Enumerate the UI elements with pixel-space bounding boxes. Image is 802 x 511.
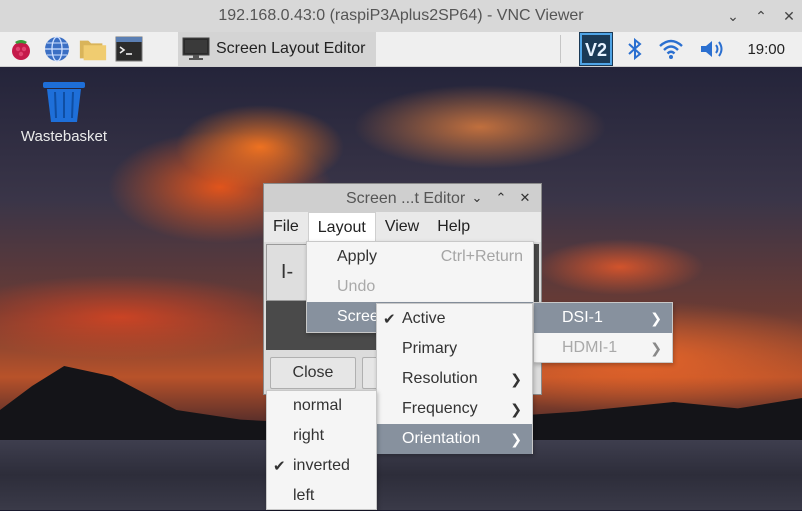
- primary-label: Primary: [402, 340, 458, 357]
- screens-label: Scree: [337, 308, 379, 325]
- menu-item-normal[interactable]: normal: [267, 391, 376, 421]
- system-tray: V2 19:00: [560, 32, 802, 66]
- vnc-window-title: 192.168.0.43:0 (raspiP3Aplus2SP64) - VNC…: [218, 7, 584, 24]
- close-button[interactable]: Close: [270, 357, 356, 389]
- right-label: right: [293, 427, 325, 444]
- terminal-icon[interactable]: [114, 34, 144, 64]
- dsi-1-submenu: ✔ Active Primary Resolution ❯ Frequency …: [376, 303, 533, 454]
- normal-label: normal: [293, 397, 342, 414]
- chevron-right-icon: ❯: [510, 400, 522, 417]
- monitor-icon: [182, 37, 210, 60]
- wastebasket-icon: [43, 82, 85, 122]
- menu-item-resolution[interactable]: Resolution ❯: [377, 364, 532, 394]
- bluetooth-icon[interactable]: [627, 37, 643, 61]
- inverted-label: inverted: [293, 457, 350, 474]
- clock[interactable]: 19:00: [747, 41, 785, 58]
- orientation-submenu: normal right ✔ inverted left: [266, 390, 377, 510]
- menu-item-frequency[interactable]: Frequency ❯: [377, 394, 532, 424]
- chevron-right-icon: ❯: [510, 370, 522, 387]
- window-title-bar[interactable]: Screen ...t Editor ⌄ ⌃ ✕: [264, 184, 541, 212]
- hdmi-1-label: HDMI-1: [562, 339, 618, 356]
- screen-rect-label: I-: [280, 261, 294, 283]
- taskbar: Screen Layout Editor V2 19:00: [0, 32, 802, 67]
- chevron-down-icon[interactable]: ⌄: [726, 8, 740, 25]
- menu-layout[interactable]: Layout: [307, 212, 376, 242]
- menu-item-inverted[interactable]: ✔ inverted: [267, 451, 376, 481]
- wastebasket-desktop-item[interactable]: Wastebasket: [18, 80, 110, 145]
- frequency-label: Frequency: [402, 400, 478, 417]
- minimize-chevron-icon[interactable]: ⌄: [469, 190, 485, 206]
- screen-rectangle[interactable]: I-: [266, 244, 308, 301]
- menu-item-active[interactable]: ✔ Active: [377, 304, 532, 334]
- menu-item-apply[interactable]: Apply Ctrl+Return: [307, 242, 533, 272]
- chevron-right-icon: ❯: [650, 309, 662, 326]
- maximize-chevron-icon[interactable]: ⌃: [493, 190, 509, 206]
- menu-help[interactable]: Help: [428, 212, 479, 242]
- menu-view[interactable]: View: [376, 212, 428, 242]
- wastebasket-label: Wastebasket: [20, 128, 108, 145]
- window-close-icon[interactable]: ✕: [517, 190, 533, 206]
- web-browser-icon[interactable]: [42, 34, 72, 64]
- chevron-right-icon: ❯: [510, 430, 522, 447]
- left-label: left: [293, 487, 315, 504]
- menu-item-left[interactable]: left: [267, 481, 376, 511]
- chevron-right-icon: ❯: [650, 339, 662, 356]
- vnc-icon[interactable]: V2: [579, 32, 614, 66]
- taskbar-task-screen-layout-editor[interactable]: Screen Layout Editor: [178, 32, 376, 66]
- window-title: Screen ...t Editor: [346, 190, 466, 207]
- menu-item-right[interactable]: right: [267, 421, 376, 451]
- vnc-title-bar: 192.168.0.43:0 (raspiP3Aplus2SP64) - VNC…: [0, 0, 802, 33]
- chevron-up-icon[interactable]: ⌃: [754, 8, 768, 25]
- window-menubar: File Layout View Help: [264, 212, 541, 242]
- menu-item-undo: Undo: [307, 272, 533, 302]
- tray-separator: [560, 35, 562, 63]
- svg-text:V2: V2: [585, 40, 607, 60]
- vnc-window-controls: ⌄ ⌃ ✕: [726, 0, 796, 32]
- menu-file[interactable]: File: [264, 212, 308, 242]
- apply-shortcut: Ctrl+Return: [440, 248, 523, 265]
- menu-item-orientation[interactable]: Orientation ❯: [377, 424, 532, 454]
- task-label: Screen Layout Editor: [216, 40, 366, 57]
- volume-icon[interactable]: [699, 37, 727, 61]
- orientation-label: Orientation: [402, 430, 481, 447]
- dsi-1-label: DSI-1: [562, 309, 603, 326]
- file-manager-icon[interactable]: [78, 34, 108, 64]
- active-label: Active: [402, 310, 446, 327]
- menu-item-hdmi-1[interactable]: HDMI-1 ❯: [534, 333, 672, 363]
- screens-submenu: DSI-1 ❯ HDMI-1 ❯: [533, 302, 673, 363]
- resolution-label: Resolution: [402, 370, 478, 387]
- checkmark-icon: ✔: [383, 311, 396, 328]
- menu-item-dsi-1[interactable]: DSI-1 ❯: [534, 303, 672, 333]
- menu-item-primary[interactable]: Primary: [377, 334, 532, 364]
- raspberry-menu-icon[interactable]: [6, 34, 36, 64]
- checkmark-icon: ✔: [273, 458, 286, 475]
- wifi-icon[interactable]: [657, 37, 685, 61]
- undo-label: Undo: [337, 278, 376, 295]
- close-icon[interactable]: ✕: [782, 8, 796, 25]
- apply-label: Apply: [337, 248, 378, 265]
